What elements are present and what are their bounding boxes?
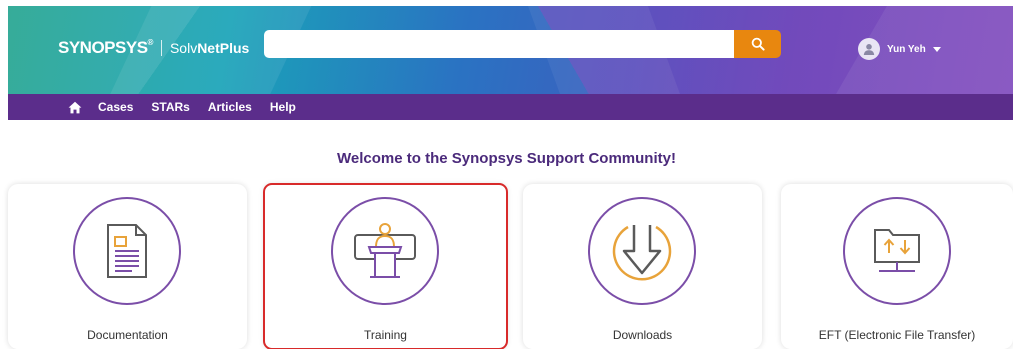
search-icon [751,37,765,51]
logo-registered-mark: ® [147,38,154,47]
nav-home[interactable] [68,100,82,114]
document-icon [107,224,147,278]
logo-brand-text: SYNOPSYS [58,38,148,57]
card-eft[interactable]: EFT (Electronic File Transfer) [781,184,1013,349]
card-label: EFT (Electronic File Transfer) [818,328,976,342]
card-downloads[interactable]: Downloads [523,184,762,349]
card-label: Downloads [612,328,673,342]
page-title: Welcome to the Synopsys Support Communit… [337,150,676,167]
card-label: Documentation [87,328,168,342]
avatar [858,38,880,60]
card-training[interactable]: Training [263,183,508,349]
search-bar [264,30,781,58]
presenter-podium-icon [354,223,416,278]
solvnet-logo[interactable]: SYNOPSYS® SolvNetPlus [58,38,249,58]
user-icon [863,44,875,55]
chevron-down-icon [932,46,941,52]
card-label: Training [364,328,407,342]
nav-item-articles[interactable]: Articles [208,100,252,114]
card-documentation[interactable]: Documentation [8,184,247,349]
search-input[interactable] [264,30,734,58]
logo-separator [160,40,162,56]
main-nav: Cases STARs Articles Help [8,94,1013,120]
nav-item-help[interactable]: Help [270,100,296,114]
home-icon [68,101,82,113]
logo-product-prefix: Solv [169,40,198,56]
search-button[interactable] [734,30,781,58]
folder-transfer-icon [874,229,920,272]
nav-item-cases[interactable]: Cases [98,100,133,114]
nav-item-stars[interactable]: STARs [151,100,189,114]
user-name: Yun Yeh [887,43,926,55]
logo-product-name: NetPlus [197,40,250,56]
download-arrow-icon [612,225,672,281]
user-menu[interactable]: Yun Yeh [858,38,941,60]
